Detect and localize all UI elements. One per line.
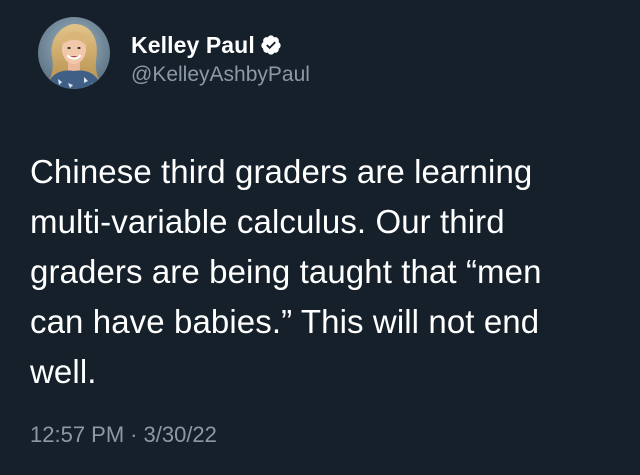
author-info: Kelley Paul @KelleyAshbyPaul: [131, 31, 310, 88]
tweet-time[interactable]: 12:57 PM: [30, 422, 124, 447]
author-handle[interactable]: @KelleyAshbyPaul: [131, 62, 310, 88]
tweet-date[interactable]: 3/30/22: [144, 422, 217, 447]
profile-photo-icon: [38, 17, 110, 89]
tweet-card: Kelley Paul @KelleyAshbyPaul Chinese thi…: [0, 0, 640, 475]
tweet-text: Chinese third graders are learning multi…: [30, 153, 542, 390]
avatar[interactable]: [38, 17, 110, 89]
verified-badge-icon: [260, 34, 282, 56]
author-name-row[interactable]: Kelley Paul: [131, 31, 310, 59]
timestamp-separator: ·: [130, 422, 138, 447]
display-name[interactable]: Kelley Paul: [131, 31, 255, 59]
tweet-timestamp: 12:57 PM · 3/30/22: [30, 421, 217, 449]
